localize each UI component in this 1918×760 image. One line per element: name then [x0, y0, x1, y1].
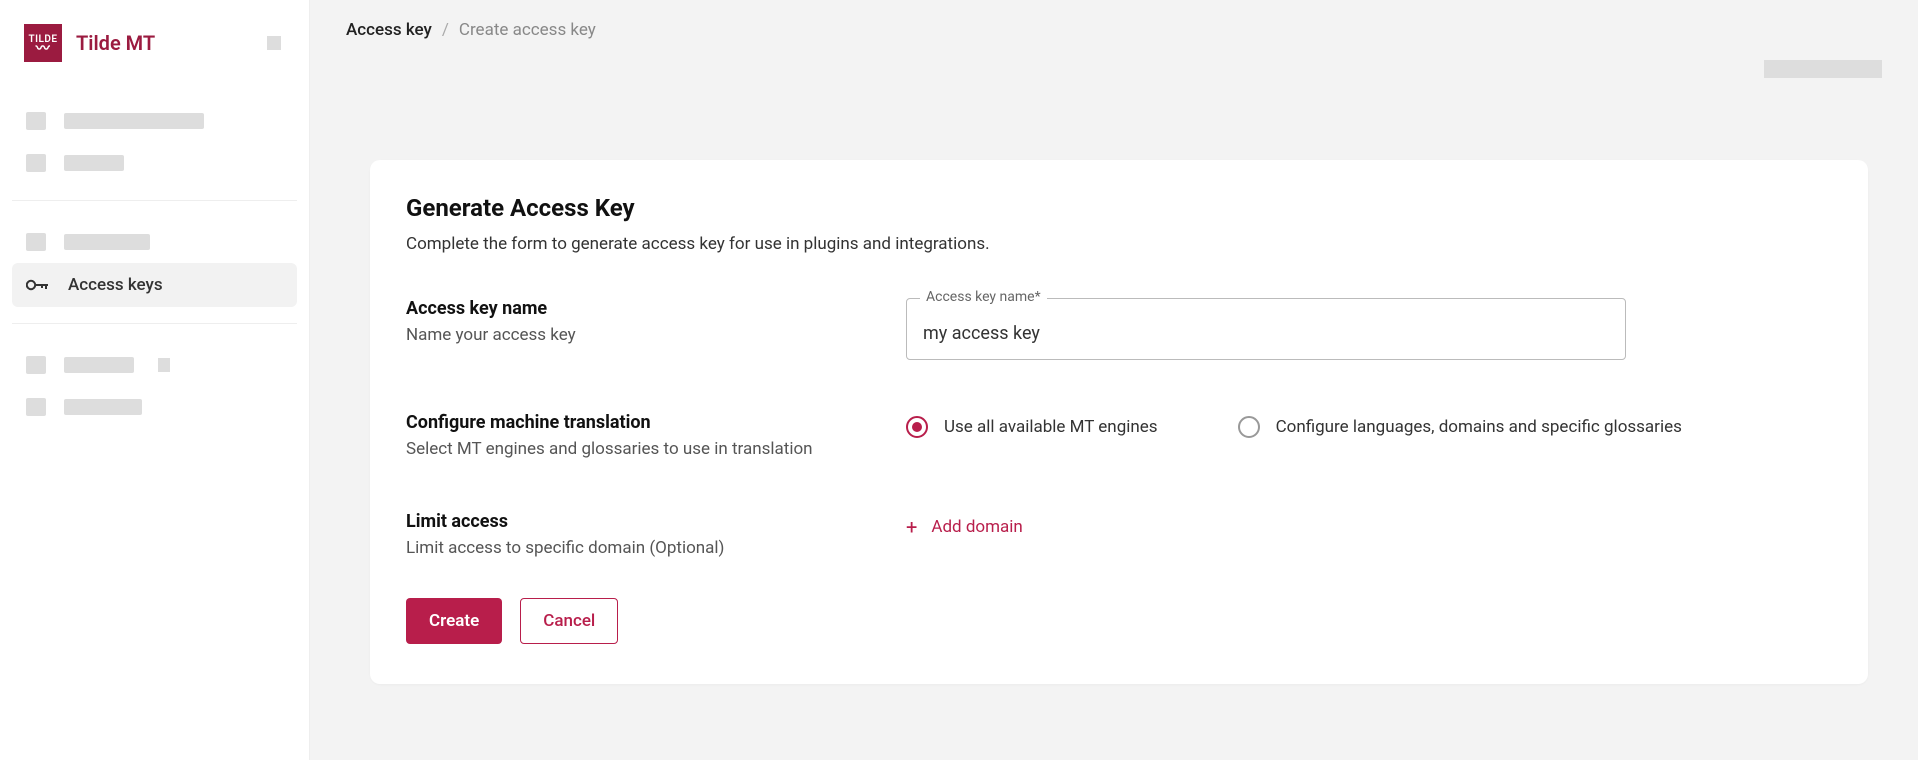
- access-key-name-field: Access key name*: [906, 298, 1626, 360]
- form-row-limit: Limit access Limit access to specific do…: [406, 511, 1832, 558]
- radio-configure-engines[interactable]: Configure languages, domains and specifi…: [1238, 416, 1682, 438]
- brand-logo-icon: TILDE 〰: [24, 24, 62, 62]
- nav-icon-placeholder: [26, 233, 46, 251]
- field-desc-limit: Limit access to specific domain (Optiona…: [406, 538, 866, 558]
- radio-icon: [906, 416, 928, 438]
- sidebar-item-placeholder[interactable]: [12, 386, 297, 428]
- sidebar-item-access-keys[interactable]: Access keys: [12, 263, 297, 307]
- plus-icon: +: [906, 517, 917, 537]
- page-title: Generate Access Key: [406, 194, 1832, 222]
- field-desc-name: Name your access key: [406, 325, 866, 345]
- sidebar-item-label: Access keys: [68, 275, 163, 295]
- sidebar-item-placeholder[interactable]: [12, 221, 297, 263]
- access-key-name-label: Access key name*: [920, 289, 1047, 305]
- sidebar-divider: [12, 323, 297, 324]
- nav-label-placeholder: [64, 155, 124, 171]
- field-title-limit: Limit access: [406, 511, 866, 532]
- field-title-mt: Configure machine translation: [406, 412, 866, 433]
- key-icon: [26, 278, 50, 292]
- mt-radio-group: Use all available MT engines Configure l…: [906, 412, 1832, 438]
- sidebar-collapse-icon[interactable]: [267, 36, 281, 50]
- add-domain-button[interactable]: + Add domain: [906, 511, 1832, 537]
- nav-icon-placeholder: [26, 154, 46, 172]
- breadcrumb-parent[interactable]: Access key: [346, 20, 432, 40]
- field-title-name: Access key name: [406, 298, 866, 319]
- access-key-name-input[interactable]: [906, 298, 1626, 360]
- radio-icon: [1238, 416, 1260, 438]
- nav-label-placeholder: [64, 234, 150, 250]
- sidebar-item-placeholder[interactable]: [12, 142, 297, 184]
- nav-icon-placeholder: [26, 398, 46, 416]
- radio-label: Configure languages, domains and specifi…: [1276, 417, 1682, 437]
- brand-name: Tilde MT: [76, 31, 155, 55]
- header-action-placeholder[interactable]: [1764, 60, 1882, 78]
- form-card: Generate Access Key Complete the form to…: [370, 160, 1868, 684]
- page-subtitle: Complete the form to generate access key…: [406, 234, 1832, 254]
- add-domain-label: Add domain: [931, 517, 1022, 537]
- form-actions: Create Cancel: [406, 598, 1832, 644]
- nav-label-placeholder: [64, 399, 142, 415]
- sidebar: TILDE 〰 Tilde MT: [0, 0, 310, 760]
- field-desc-mt: Select MT engines and glossaries to use …: [406, 439, 866, 459]
- nav-badge-placeholder: [158, 358, 170, 372]
- nav-label-placeholder: [64, 113, 204, 129]
- sidebar-divider: [12, 200, 297, 201]
- radio-use-all-engines[interactable]: Use all available MT engines: [906, 416, 1158, 438]
- form-row-name: Access key name Name your access key Acc…: [406, 298, 1832, 360]
- sidebar-item-placeholder[interactable]: [12, 100, 297, 142]
- form-row-mt: Configure machine translation Select MT …: [406, 412, 1832, 459]
- nav-label-placeholder: [64, 357, 134, 373]
- nav-icon-placeholder: [26, 112, 46, 130]
- breadcrumb: Access key / Create access key: [310, 0, 1918, 60]
- main-content: Access key / Create access key Generate …: [310, 0, 1918, 760]
- sidebar-item-placeholder[interactable]: [12, 344, 297, 386]
- breadcrumb-separator: /: [442, 20, 449, 40]
- brand-logo-wave-icon: 〰: [36, 45, 51, 53]
- nav-icon-placeholder: [26, 356, 46, 374]
- create-button[interactable]: Create: [406, 598, 502, 644]
- breadcrumb-current: Create access key: [459, 20, 596, 40]
- radio-label: Use all available MT engines: [944, 417, 1158, 437]
- cancel-button[interactable]: Cancel: [520, 598, 618, 644]
- brand[interactable]: TILDE 〰 Tilde MT: [12, 24, 297, 92]
